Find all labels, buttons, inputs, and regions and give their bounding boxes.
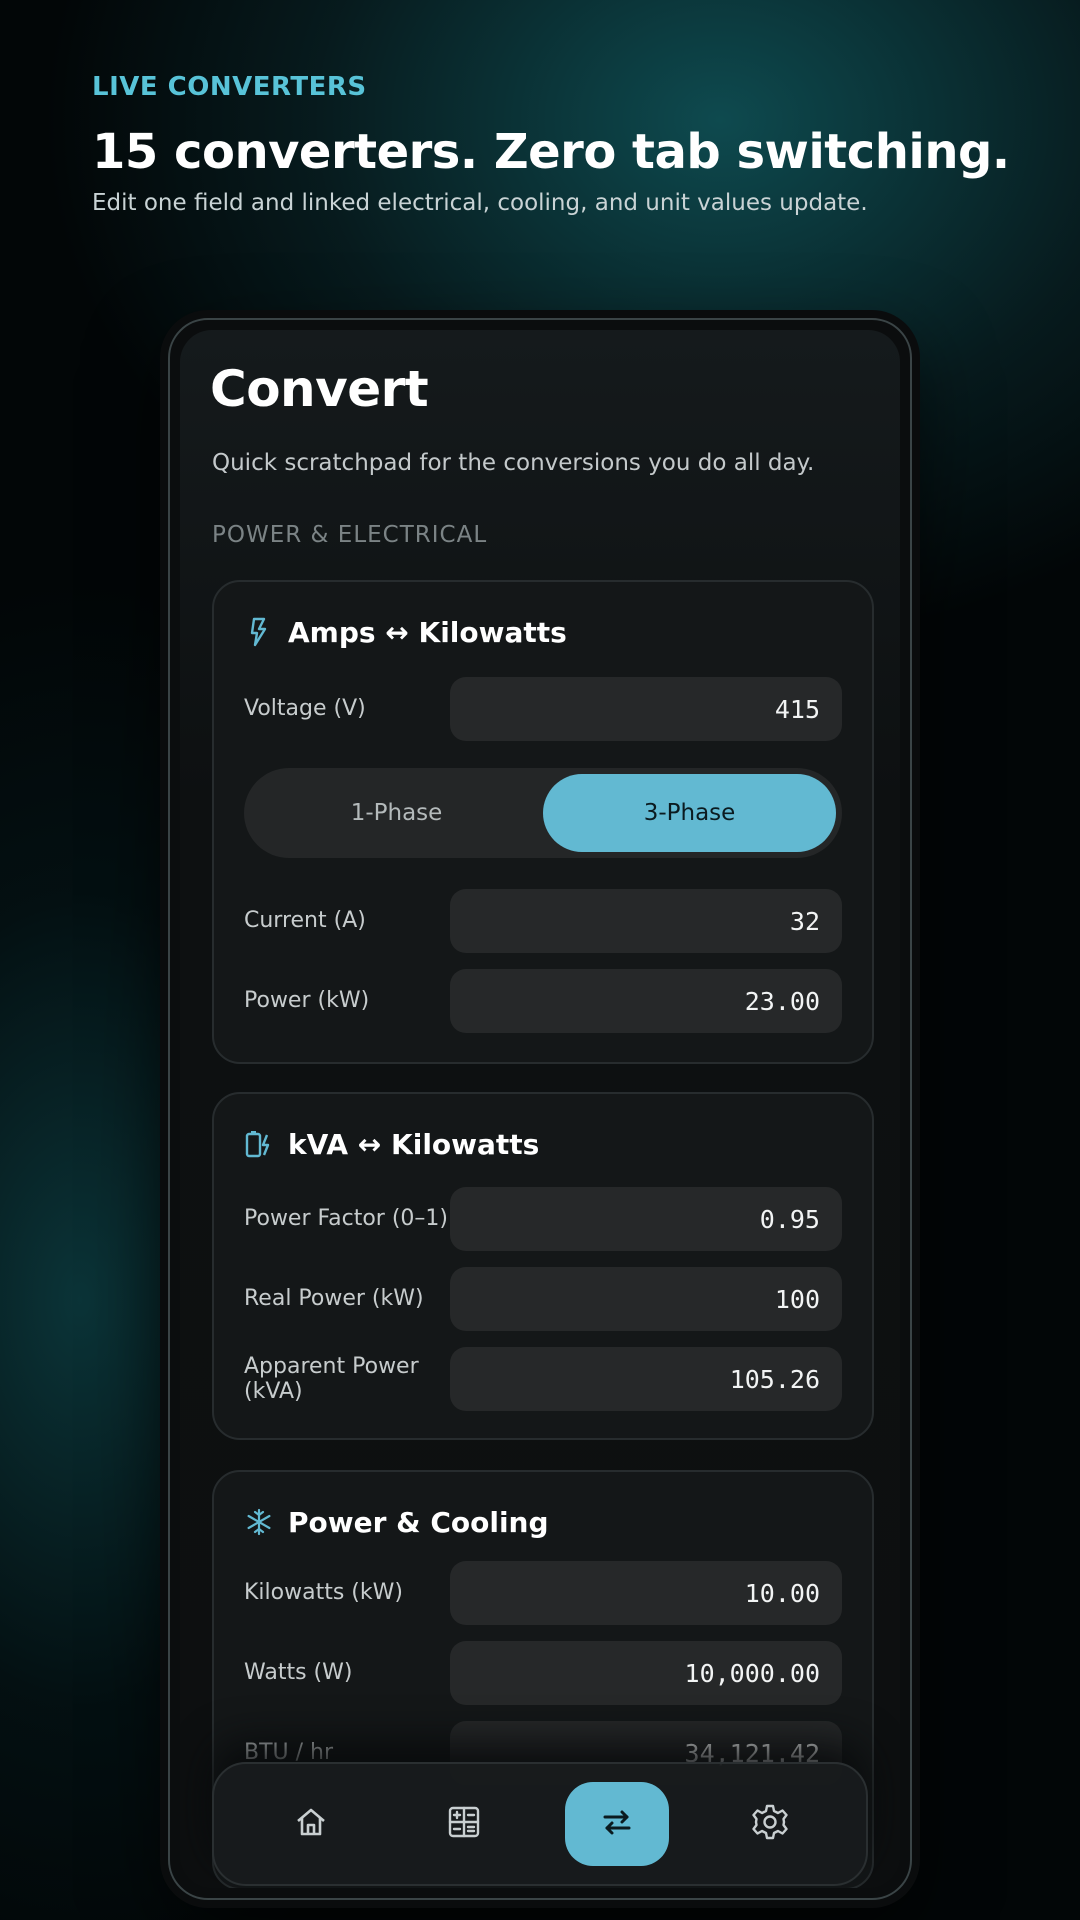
watts-row: Watts (W) bbox=[244, 1640, 842, 1706]
snowflake-icon bbox=[244, 1507, 274, 1537]
nav-calculator[interactable] bbox=[412, 1782, 516, 1866]
kva-kilowatts-card: kVA ↔ Kilowatts Power Factor (0–1) Real … bbox=[212, 1092, 874, 1440]
promo-title: 15 converters. Zero tab switching. bbox=[92, 124, 1010, 180]
nav-convert[interactable] bbox=[564, 1782, 669, 1866]
apparent-power-row: Apparent Power (kVA) bbox=[244, 1346, 842, 1412]
convert-screen: Convert Quick scratchpad for the convers… bbox=[180, 330, 900, 1888]
power-row: Power (kW) bbox=[244, 968, 842, 1034]
voltage-input[interactable] bbox=[450, 677, 842, 741]
swap-arrows-icon bbox=[599, 1804, 635, 1844]
real-power-input[interactable] bbox=[450, 1267, 842, 1331]
kilowatts-label: Kilowatts (kW) bbox=[244, 1580, 403, 1606]
calculator-icon bbox=[446, 1804, 482, 1844]
section-label: POWER & ELECTRICAL bbox=[212, 522, 488, 548]
battery-charging-icon bbox=[244, 1129, 274, 1159]
power-factor-row: Power Factor (0–1) bbox=[244, 1186, 842, 1252]
apparent-power-input[interactable] bbox=[450, 1347, 842, 1411]
voltage-label: Voltage (V) bbox=[244, 696, 366, 722]
three-phase-button[interactable]: 3-Phase bbox=[543, 774, 836, 852]
phase-toggle: 1-Phase 3-Phase bbox=[244, 768, 842, 858]
power-input[interactable] bbox=[450, 969, 842, 1033]
single-phase-button[interactable]: 1-Phase bbox=[250, 774, 543, 852]
kilowatts-row: Kilowatts (kW) bbox=[244, 1560, 842, 1626]
card-header: Power & Cooling bbox=[244, 1502, 549, 1542]
nav-home[interactable] bbox=[259, 1782, 363, 1866]
gear-icon bbox=[751, 1803, 789, 1845]
power-label: Power (kW) bbox=[244, 988, 370, 1014]
kilowatts-input[interactable] bbox=[450, 1561, 842, 1625]
watts-input[interactable] bbox=[450, 1641, 842, 1705]
card-header: Amps ↔ Kilowatts bbox=[244, 612, 567, 652]
card-title: kVA ↔ Kilowatts bbox=[288, 1127, 540, 1161]
promo-subtitle: Edit one field and linked electrical, co… bbox=[92, 190, 868, 216]
card-header: kVA ↔ Kilowatts bbox=[244, 1124, 539, 1164]
current-label: Current (A) bbox=[244, 908, 366, 934]
page-subtitle: Quick scratchpad for the conversions you… bbox=[212, 450, 815, 476]
bottom-nav bbox=[212, 1762, 868, 1886]
phone-frame: Convert Quick scratchpad for the convers… bbox=[168, 318, 912, 1900]
real-power-label: Real Power (kW) bbox=[244, 1286, 424, 1312]
card-title: Amps ↔ Kilowatts bbox=[288, 615, 567, 649]
promo-eyebrow: LIVE CONVERTERS bbox=[92, 72, 367, 102]
page-title: Convert bbox=[210, 360, 429, 418]
nav-settings[interactable] bbox=[718, 1782, 822, 1866]
real-power-row: Real Power (kW) bbox=[244, 1266, 842, 1332]
card-title: Power & Cooling bbox=[288, 1505, 549, 1539]
lightning-icon bbox=[244, 617, 274, 647]
watts-label: Watts (W) bbox=[244, 1660, 353, 1686]
power-factor-input[interactable] bbox=[450, 1187, 842, 1251]
apparent-power-label: Apparent Power (kVA) bbox=[244, 1353, 419, 1404]
current-input[interactable] bbox=[450, 889, 842, 953]
home-icon bbox=[293, 1804, 329, 1844]
voltage-row: Voltage (V) bbox=[244, 676, 842, 742]
amps-kilowatts-card: Amps ↔ Kilowatts Voltage (V) 1-Phase 3-P… bbox=[212, 580, 874, 1064]
power-factor-label: Power Factor (0–1) bbox=[244, 1206, 449, 1232]
current-row: Current (A) bbox=[244, 888, 842, 954]
